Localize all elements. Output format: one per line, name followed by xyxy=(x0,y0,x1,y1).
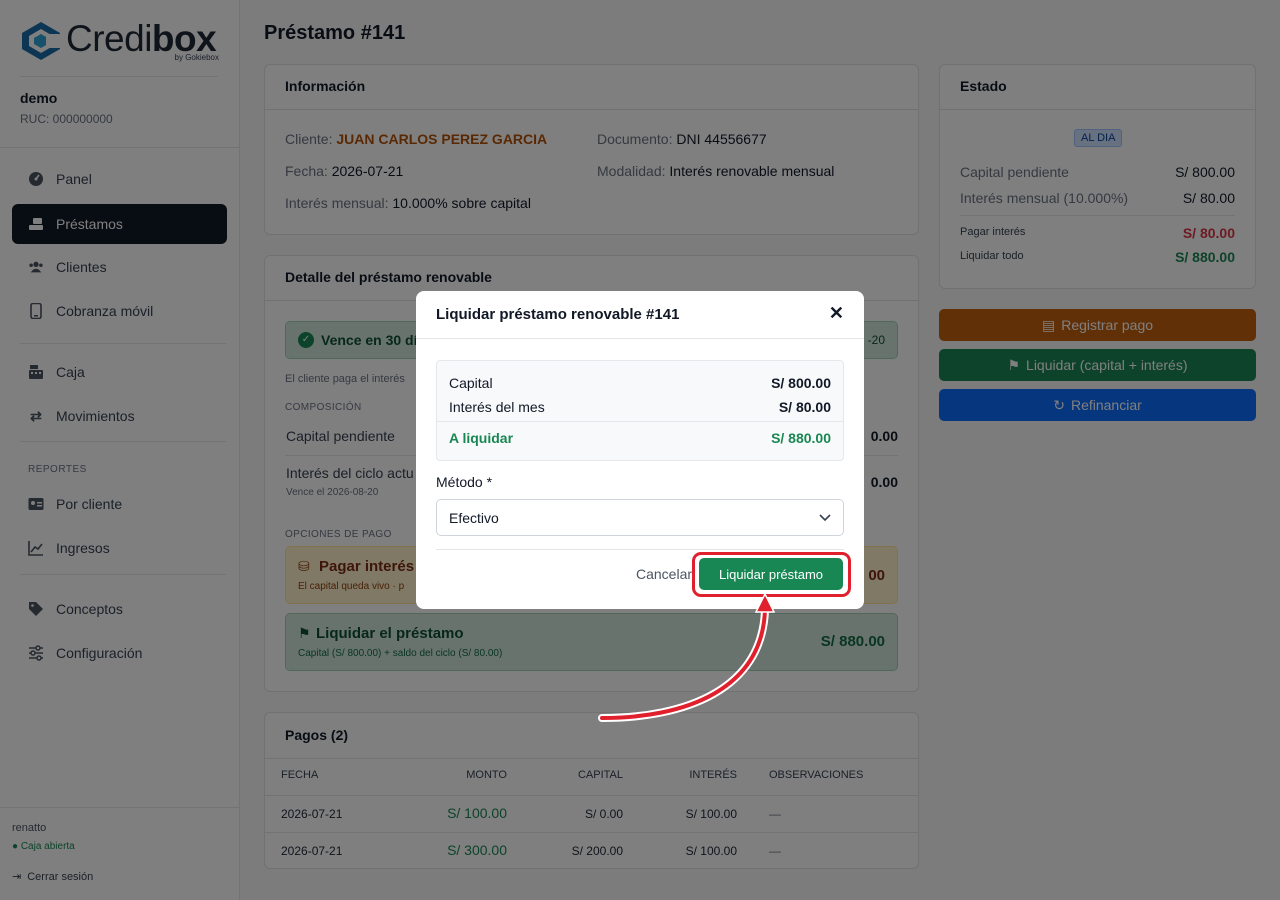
method-label: Método * xyxy=(436,474,493,490)
sum-capital-label: Capital xyxy=(449,375,493,391)
sum-total-label: A liquidar xyxy=(449,430,514,446)
annotation-arrow xyxy=(598,592,776,722)
divider xyxy=(437,421,843,422)
close-icon[interactable]: ✕ xyxy=(829,303,844,324)
sum-total-value: S/ 880.00 xyxy=(771,430,831,446)
chevron-down-icon xyxy=(819,514,831,522)
modal-title: Liquidar préstamo renovable #141 xyxy=(436,306,680,323)
modal-header: Liquidar préstamo renovable #141 ✕ xyxy=(416,291,864,339)
liquidation-summary: Capital S/ 800.00 Interés del mes S/ 80.… xyxy=(436,360,844,461)
cancel-button[interactable]: Cancelar xyxy=(636,566,692,582)
sum-capital-value: S/ 800.00 xyxy=(771,375,831,391)
sum-interes-label: Interés del mes xyxy=(449,399,545,415)
method-selected: Efectivo xyxy=(449,510,499,526)
method-select[interactable]: Efectivo xyxy=(436,499,844,536)
divider xyxy=(436,549,844,550)
sum-interes-value: S/ 80.00 xyxy=(778,399,831,415)
